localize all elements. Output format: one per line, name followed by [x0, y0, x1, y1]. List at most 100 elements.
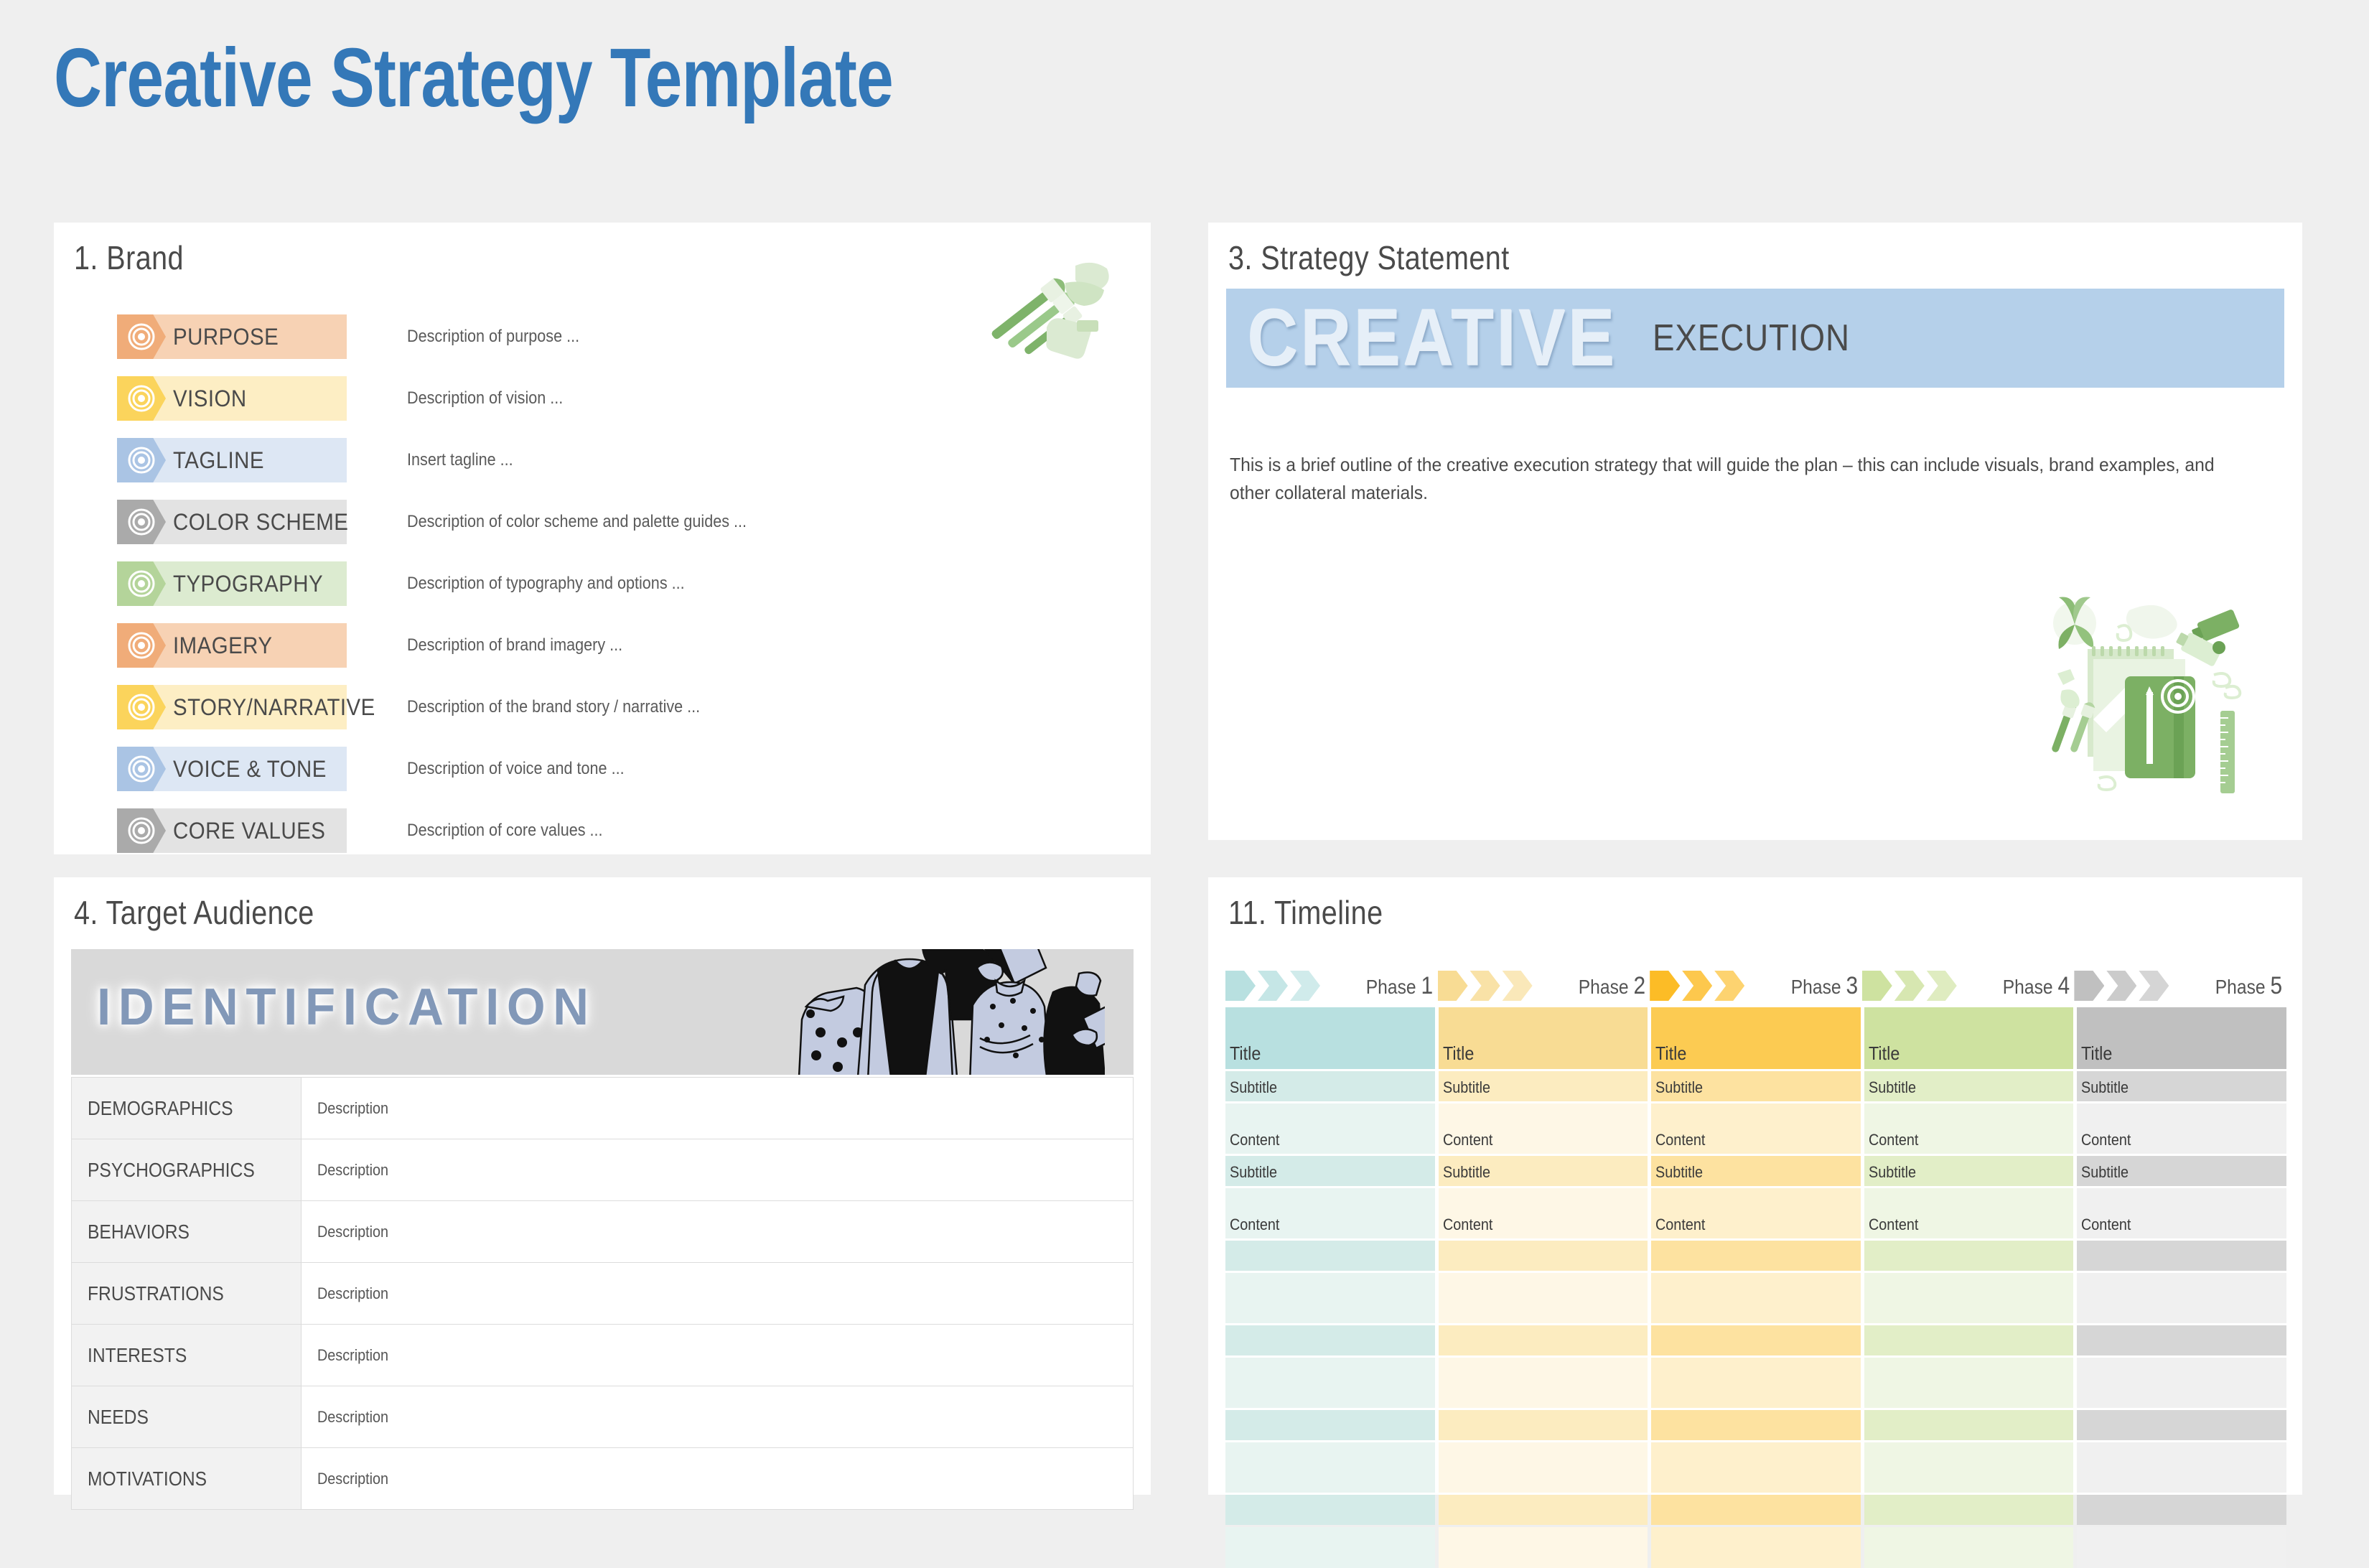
timeline-cell-subtitle[interactable]: Subtitle [1225, 1156, 1435, 1186]
table-row[interactable]: FRUSTRATIONS Description [71, 1262, 1134, 1325]
audience-row-value[interactable]: Description [301, 1324, 1134, 1386]
timeline-cell-subtitle[interactable]: Subtitle [2077, 1156, 2286, 1186]
timeline-cell-subtitle[interactable]: Subtitle [1651, 1071, 1861, 1101]
timeline-cell-subtitle[interactable] [2077, 1325, 2286, 1355]
audience-row-value[interactable]: Description [301, 1262, 1134, 1325]
audience-row-key: PSYCHOGRAPHICS [71, 1139, 302, 1201]
timeline-grid: Phase 1 Phase 2 Phase 3 Phase 4 Phase 5 Titl… [1225, 967, 2286, 1568]
brand-row[interactable]: VOICE & TONE Description of voice and ton… [64, 739, 1141, 801]
timeline-cell-content[interactable] [2077, 1527, 2286, 1568]
table-row[interactable]: PSYCHOGRAPHICS Description [71, 1139, 1134, 1201]
timeline-cell-subtitle[interactable] [1225, 1325, 1435, 1355]
audience-row-value[interactable]: Description [301, 1139, 1134, 1201]
timeline-cell-subtitle[interactable] [1864, 1241, 2074, 1271]
timeline-cell-subtitle[interactable]: Subtitle [1864, 1156, 2074, 1186]
timeline-cell-content[interactable] [1864, 1273, 2074, 1323]
timeline-cell-content[interactable]: Content [1225, 1103, 1435, 1154]
timeline-cell-subtitle[interactable]: Subtitle [1438, 1156, 1648, 1186]
timeline-cell-content[interactable] [2077, 1273, 2286, 1323]
timeline-cell-subtitle[interactable] [1438, 1410, 1648, 1440]
timeline-cell-text: Subtitle [1655, 1078, 1704, 1096]
timeline-column: Title Subtitle Content Subtitle Content [1438, 1007, 1648, 1568]
timeline-cell-subtitle[interactable] [1438, 1325, 1648, 1355]
timeline-cell-subtitle[interactable] [1864, 1410, 2074, 1440]
target-icon-badge [117, 747, 166, 791]
brand-row[interactable]: STORY/NARRATIVE Description of the brand … [64, 678, 1141, 739]
audience-row-value[interactable]: Description [301, 1386, 1134, 1448]
timeline-cell-subtitle[interactable] [1651, 1241, 1861, 1271]
timeline-cell-content[interactable]: Content [2077, 1188, 2286, 1238]
chevron-arrow-icon [1469, 971, 1500, 1001]
timeline-cell-subtitle[interactable]: Subtitle [1225, 1071, 1435, 1101]
timeline-cell-content[interactable] [1864, 1358, 2074, 1408]
brand-row[interactable]: IMAGERY Description of brand imagery ... [64, 616, 1141, 678]
timeline-cell-content[interactable] [1864, 1527, 2074, 1568]
timeline-cell-subtitle[interactable] [1225, 1241, 1435, 1271]
table-row[interactable]: INTERESTS Description [71, 1324, 1134, 1386]
timeline-cell-content[interactable] [2077, 1442, 2286, 1493]
timeline-cell-content[interactable] [1438, 1527, 1648, 1568]
timeline-cell-title[interactable]: Title [1864, 1007, 2074, 1069]
timeline-cell-content[interactable] [1225, 1527, 1435, 1568]
timeline-cell-content[interactable]: Content [2077, 1103, 2286, 1154]
timeline-cell-subtitle[interactable] [1651, 1495, 1861, 1525]
timeline-cell-content[interactable]: Content [1864, 1188, 2074, 1238]
brand-row[interactable]: CORE VALUES Description of core values ..… [64, 801, 1141, 863]
timeline-cell-subtitle[interactable] [2077, 1495, 2286, 1525]
timeline-cell-subtitle[interactable] [2077, 1410, 2286, 1440]
audience-row-value[interactable]: Description [301, 1447, 1134, 1510]
timeline-cell-content[interactable] [1651, 1527, 1861, 1568]
timeline-cell-title[interactable]: Title [1651, 1007, 1861, 1069]
timeline-cell-content[interactable] [1438, 1442, 1648, 1493]
brand-row[interactable]: TYPOGRAPHY Description of typography and … [64, 554, 1141, 616]
target-icon-badge [117, 376, 166, 421]
timeline-cell-content[interactable] [1651, 1442, 1861, 1493]
table-row[interactable]: DEMOGRAPHICS Description [71, 1077, 1134, 1139]
timeline-cell-content[interactable] [1225, 1358, 1435, 1408]
timeline-cell-content[interactable] [1225, 1442, 1435, 1493]
brand-row[interactable]: COLOR SCHEME Description of color scheme … [64, 493, 1141, 554]
timeline-cell-subtitle[interactable] [1225, 1410, 1435, 1440]
timeline-cell-subtitle[interactable] [1438, 1241, 1648, 1271]
timeline-cell-content[interactable] [1651, 1358, 1861, 1408]
timeline-cell-content[interactable]: Content [1864, 1103, 2074, 1154]
timeline-cell-subtitle[interactable] [1651, 1410, 1861, 1440]
timeline-cell-subtitle[interactable] [2077, 1241, 2286, 1271]
timeline-cell-subtitle[interactable] [1864, 1325, 2074, 1355]
timeline-cell-title[interactable]: Title [1438, 1007, 1648, 1069]
brand-row-description: Description of purpose ... [407, 327, 580, 346]
brand-row[interactable]: TAGLINE Insert tagline ... [64, 431, 1141, 493]
timeline-cell-subtitle[interactable] [1864, 1495, 2074, 1525]
timeline-cell-subtitle[interactable] [1225, 1495, 1435, 1525]
table-row[interactable]: MOTIVATIONS Description [71, 1447, 1134, 1510]
brand-list: PURPOSE Description of purpose ... VISION D… [64, 307, 1141, 863]
timeline-cell-content[interactable]: Content [1438, 1188, 1648, 1238]
timeline-cell-content[interactable] [1438, 1358, 1648, 1408]
brand-row[interactable]: PURPOSE Description of purpose ... [64, 307, 1141, 369]
timeline-cell-content[interactable] [2077, 1358, 2286, 1408]
timeline-cell-content[interactable]: Content [1225, 1188, 1435, 1238]
timeline-cell-title[interactable]: Title [2077, 1007, 2286, 1069]
timeline-cell-subtitle[interactable]: Subtitle [1438, 1071, 1648, 1101]
timeline-cell-subtitle[interactable]: Subtitle [1864, 1071, 2074, 1101]
table-row[interactable]: BEHAVIORS Description [71, 1200, 1134, 1263]
timeline-cell-content[interactable] [1864, 1442, 2074, 1493]
timeline-cell-text: Content [1230, 1131, 1280, 1149]
timeline-column: Title Subtitle Content Subtitle Content [1864, 1007, 2074, 1568]
timeline-cell-subtitle[interactable]: Subtitle [2077, 1071, 2286, 1101]
audience-row-value[interactable]: Description [301, 1200, 1134, 1263]
timeline-cell-subtitle[interactable] [1438, 1495, 1648, 1525]
table-row[interactable]: NEEDS Description [71, 1386, 1134, 1448]
timeline-cell-content[interactable]: Content [1651, 1103, 1861, 1154]
timeline-cell-content[interactable]: Content [1651, 1188, 1861, 1238]
timeline-cell-subtitle[interactable] [1651, 1325, 1861, 1355]
brand-row[interactable]: VISION Description of vision ... [64, 369, 1141, 431]
audience-row-value[interactable]: Description [301, 1077, 1134, 1139]
timeline-cell-content[interactable] [1225, 1273, 1435, 1323]
timeline-cell-subtitle[interactable]: Subtitle [1651, 1156, 1861, 1186]
brand-row-description: Description of vision ... [407, 388, 564, 408]
timeline-cell-content[interactable] [1438, 1273, 1648, 1323]
timeline-cell-content[interactable]: Content [1438, 1103, 1648, 1154]
timeline-cell-title[interactable]: Title [1225, 1007, 1435, 1069]
timeline-cell-content[interactable] [1651, 1273, 1861, 1323]
